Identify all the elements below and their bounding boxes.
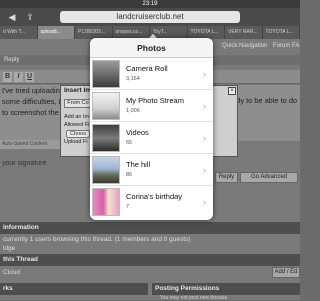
album-name: Videos [126, 128, 149, 137]
pledge-text: ldge [3, 245, 16, 252]
tag-cloud-link[interactable]: Cloud [0, 268, 200, 278]
chevron-right-icon: › [203, 69, 206, 79]
posting-permissions-header: Posting Permissions [152, 283, 300, 295]
album-count: 86 [126, 172, 133, 178]
reply-button[interactable]: Reply [215, 172, 238, 183]
address-bar[interactable]: landcruiserclub.net [60, 11, 240, 23]
status-time: 23:19 [142, 1, 158, 7]
browser-tab[interactable]: VERY RAR... [225, 26, 263, 39]
choose-file-button[interactable]: Choos [66, 130, 90, 138]
information-header: Information [0, 222, 300, 234]
album-count: 7 [126, 204, 130, 210]
thread-header: this Thread [0, 254, 300, 266]
bookmarks-header: rks [0, 283, 148, 295]
autosaved-button[interactable]: Auto-Saved Content [0, 140, 62, 149]
album-thumbnail [92, 124, 120, 152]
status-bar: 23:19 [0, 0, 300, 8]
album-count: 3,164 [126, 76, 140, 82]
album-count: 1,006 [126, 108, 140, 114]
forum-fav-label: Forum FA [273, 43, 300, 49]
signature-label: your signature [2, 160, 47, 167]
album-thumbnail [92, 188, 120, 216]
photos-title: Photos [90, 38, 213, 58]
share-icon[interactable]: ⇪ [24, 11, 36, 23]
chevron-right-icon: › [203, 101, 206, 111]
browser-tab-active[interactable]: uploadi... [37, 26, 75, 39]
album-thumbnail [92, 156, 120, 184]
album-name: The hill [126, 160, 151, 169]
chevron-right-icon: › [203, 133, 206, 143]
from-computer-tab[interactable]: From Co [64, 99, 92, 108]
close-icon[interactable]: × [228, 87, 236, 95]
go-advanced-button[interactable]: Go Advanced [240, 172, 298, 183]
album-thumbnail [92, 92, 120, 120]
chevron-right-icon: › [203, 197, 206, 207]
bold-button[interactable]: B [3, 72, 12, 82]
album-name: Corina's birthday [126, 192, 183, 201]
underline-button[interactable]: U [25, 72, 34, 82]
album-thumbnail [92, 60, 120, 88]
quick-navigation[interactable]: Quick Navigation Forum FA [222, 42, 300, 51]
editor-line-right: andy to be able to do [228, 96, 298, 105]
album-count: 65 [126, 140, 133, 146]
quick-navigation-label: Quick Navigation [222, 43, 268, 49]
chevron-right-icon: › [203, 165, 206, 175]
album-name: Camera Roll [126, 64, 168, 73]
italic-button[interactable]: I [14, 72, 23, 82]
browser-tab[interactable]: TOYOTA L... [263, 26, 300, 39]
permissions-text: You may not post new threads [160, 295, 228, 301]
browser-tab[interactable]: d With T... [0, 26, 38, 39]
back-icon[interactable]: ◀ [6, 11, 18, 23]
album-name: My Photo Stream [126, 96, 184, 105]
add-edit-button[interactable]: Add / Ed [272, 267, 300, 278]
